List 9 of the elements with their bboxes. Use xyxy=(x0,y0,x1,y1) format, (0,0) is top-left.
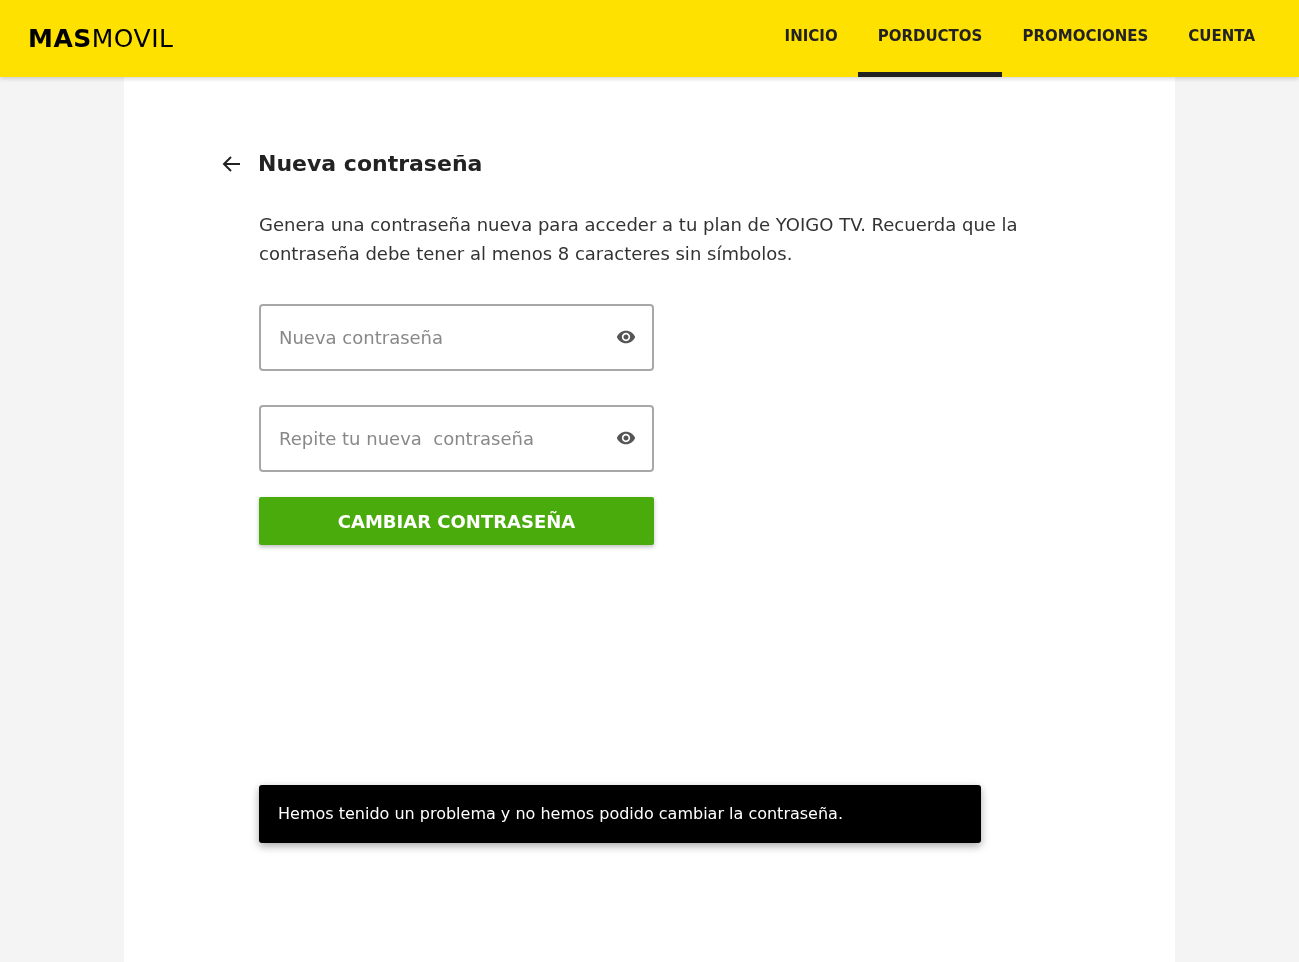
page-title: Nueva contraseña xyxy=(258,150,483,178)
nav-tab[interactable]: PROMOCIONES xyxy=(1002,0,1169,77)
password-field[interactable]: Repite tu nueva contraseña xyxy=(259,405,654,472)
toast-message: Hemos tenido un problema y no hemos podido cambiar la contraseña. xyxy=(278,803,843,825)
password-field[interactable]: Nueva contraseña xyxy=(259,304,654,371)
logo[interactable]: MASMOVIL xyxy=(28,19,174,58)
description: Genera una contraseña nueva para acceder a tu plan de YOIGO TV. Recuerda que la contraseña debe tener al menos 8 caracteres sin símbolos. xyxy=(259,213,1019,266)
nav-tab[interactable]: INICIO xyxy=(764,0,858,77)
nav-tab[interactable]: CUENTA xyxy=(1168,0,1275,77)
